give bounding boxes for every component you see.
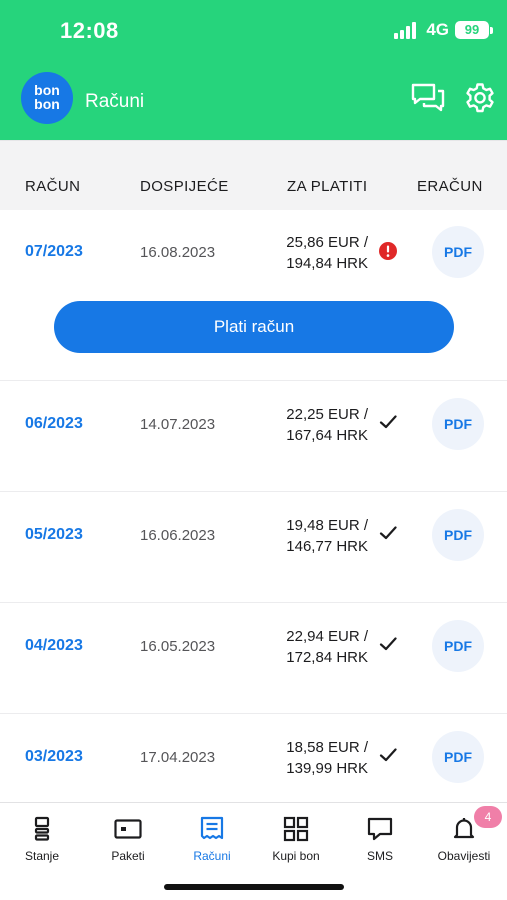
network-type: 4G xyxy=(426,20,449,39)
home-indicator xyxy=(164,884,344,890)
status-bar: 12:08 4G 99 xyxy=(0,0,507,62)
notification-count-badge: 4 xyxy=(474,806,502,828)
pay-bill-button[interactable]: Plati račun xyxy=(54,301,454,353)
status-indicators: 4G 99 xyxy=(394,20,493,40)
sms-icon xyxy=(367,817,393,841)
bill-period-link[interactable]: 07/2023 xyxy=(25,243,83,261)
signal-icon xyxy=(394,21,417,39)
nav-item-racuni[interactable]: Računi xyxy=(170,815,254,863)
bill-period-link[interactable]: 03/2023 xyxy=(25,748,83,766)
bill-period-link[interactable]: 05/2023 xyxy=(25,526,83,544)
bill-row[interactable]: 05/2023 16.06.2023 19,48 EUR / 146,77 HR… xyxy=(0,492,507,603)
chat-icon[interactable] xyxy=(410,82,446,114)
battery-level: 99 xyxy=(455,21,489,39)
bill-due-date: 14.07.2023 xyxy=(140,416,216,433)
check-icon xyxy=(379,748,397,762)
column-header-eracun: ERAČUN xyxy=(417,178,483,195)
packages-icon xyxy=(114,819,142,839)
bills-icon xyxy=(200,816,224,840)
table-header: RAČUN DOSPIJEĆE ZA PLATITI ERAČUN xyxy=(0,140,507,210)
bill-amount: 22,94 EUR / 172,84 HRK xyxy=(286,628,368,666)
nav-item-paketi[interactable]: Paketi xyxy=(86,815,170,863)
pdf-button[interactable]: PDF xyxy=(432,398,484,450)
bill-due-date: 17.04.2023 xyxy=(140,749,216,766)
column-header-racun: RAČUN xyxy=(25,178,81,195)
bill-due-date: 16.08.2023 xyxy=(140,244,216,261)
alert-icon xyxy=(379,242,397,260)
page-title: Računi xyxy=(85,91,145,112)
bonbon-logo: bon bon xyxy=(21,72,73,124)
bill-due-date: 16.06.2023 xyxy=(140,527,216,544)
nav-item-stanje[interactable]: Stanje xyxy=(0,815,84,863)
status-time: 12:08 xyxy=(60,18,119,43)
bill-row[interactable]: 07/2023 16.08.2023 25,86 EUR / 194,84 HR… xyxy=(0,210,507,381)
bill-period-link[interactable]: 04/2023 xyxy=(25,637,83,655)
bill-amount: 25,86 EUR / 194,84 HRK xyxy=(286,234,368,272)
bill-row[interactable]: 06/2023 14.07.2023 22,25 EUR / 167,64 HR… xyxy=(0,381,507,492)
balance-icon xyxy=(34,816,50,841)
bill-list[interactable]: 07/2023 16.08.2023 25,86 EUR / 194,84 HR… xyxy=(0,210,507,802)
bill-row[interactable]: 04/2023 16.05.2023 22,94 EUR / 172,84 HR… xyxy=(0,603,507,714)
pdf-button[interactable]: PDF xyxy=(432,509,484,561)
bill-amount: 22,25 EUR / 167,64 HRK xyxy=(286,406,368,444)
bill-period-link[interactable]: 06/2023 xyxy=(25,415,83,433)
app-header: bon bon Računi xyxy=(0,62,507,140)
column-header-za-platiti: ZA PLATITI xyxy=(287,178,368,195)
pdf-button[interactable]: PDF xyxy=(432,731,484,783)
bill-amount: 19,48 EUR / 146,77 HRK xyxy=(286,517,368,555)
pdf-button[interactable]: PDF xyxy=(432,620,484,672)
gear-icon[interactable] xyxy=(464,82,496,114)
check-icon xyxy=(379,415,397,429)
bill-due-date: 16.05.2023 xyxy=(140,638,216,655)
grid-icon xyxy=(283,816,309,842)
check-icon xyxy=(379,526,397,540)
bill-row[interactable]: 03/2023 17.04.2023 18,58 EUR / 139,99 HR… xyxy=(0,714,507,802)
bill-amount: 18,58 EUR / 139,99 HRK xyxy=(286,739,368,777)
column-header-dospijece: DOSPIJEĆE xyxy=(140,178,229,195)
pdf-button[interactable]: PDF xyxy=(432,226,484,278)
nav-item-kupi-bon[interactable]: Kupi bon xyxy=(254,815,338,863)
nav-item-sms[interactable]: SMS xyxy=(338,815,422,863)
check-icon xyxy=(379,637,397,651)
battery-icon: 99 xyxy=(455,21,493,39)
